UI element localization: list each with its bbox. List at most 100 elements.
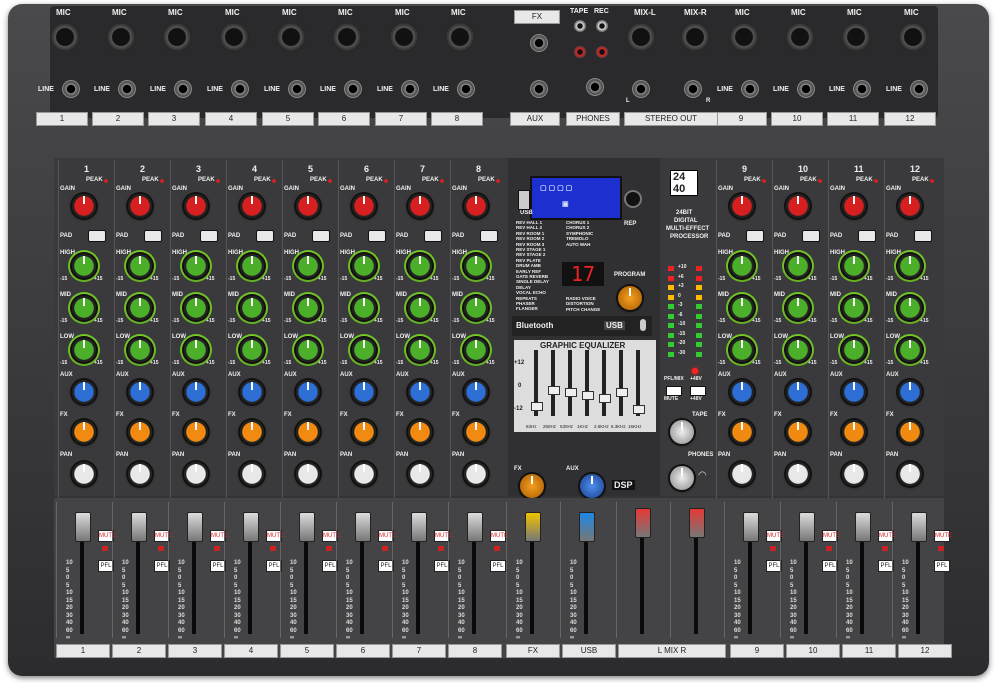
eq-slider-63Hz[interactable] xyxy=(531,402,543,411)
mid-eq-knob-3[interactable] xyxy=(184,296,208,320)
low-eq-knob-3[interactable] xyxy=(184,338,208,362)
xlr-input-9[interactable] xyxy=(729,22,759,52)
mix-r-xlr[interactable] xyxy=(680,22,710,52)
xlr-input-5[interactable] xyxy=(276,22,306,52)
high-eq-knob-9[interactable] xyxy=(730,254,754,278)
pan-knob-12[interactable] xyxy=(898,462,922,486)
pad-button-10[interactable] xyxy=(802,230,820,242)
mid-eq-knob-2[interactable] xyxy=(128,296,152,320)
line-input-3[interactable] xyxy=(174,80,192,98)
gain-knob-4[interactable] xyxy=(240,194,264,218)
aux-send-knob-10[interactable] xyxy=(786,380,810,404)
usb-port[interactable] xyxy=(518,190,530,210)
pad-button-12[interactable] xyxy=(914,230,932,242)
high-eq-knob-3[interactable] xyxy=(184,254,208,278)
fader-cap-FX[interactable] xyxy=(525,512,541,542)
mid-eq-knob-12[interactable] xyxy=(898,296,922,320)
fx-send-knob-6[interactable] xyxy=(352,420,376,444)
gain-knob-10[interactable] xyxy=(786,194,810,218)
pfl-button[interactable]: PFL xyxy=(934,560,950,572)
aux-send-knob-3[interactable] xyxy=(184,380,208,404)
pad-button-4[interactable] xyxy=(256,230,274,242)
line-input-8[interactable] xyxy=(457,80,475,98)
high-eq-knob-5[interactable] xyxy=(296,254,320,278)
pfl-button[interactable]: PFL xyxy=(490,560,506,572)
phantom-button[interactable] xyxy=(690,386,706,396)
xlr-input-3[interactable] xyxy=(162,22,192,52)
mix-r-jack[interactable] xyxy=(684,80,702,98)
mix-l-jack[interactable] xyxy=(632,80,650,98)
low-eq-knob-7[interactable] xyxy=(408,338,432,362)
eq-slider-250Hz[interactable] xyxy=(548,385,560,395)
pad-button-6[interactable] xyxy=(368,230,386,242)
aux-send-knob-9[interactable] xyxy=(730,380,754,404)
line-input-11[interactable] xyxy=(853,80,871,98)
mid-eq-knob-4[interactable] xyxy=(240,296,264,320)
mid-eq-knob-7[interactable] xyxy=(408,296,432,320)
pan-knob-2[interactable] xyxy=(128,462,152,486)
aux-send-knob-7[interactable] xyxy=(408,380,432,404)
eq-slider-6.3KHz[interactable] xyxy=(616,388,628,398)
gain-knob-3[interactable] xyxy=(184,194,208,218)
high-eq-knob-12[interactable] xyxy=(898,254,922,278)
tape-in-l-rca[interactable] xyxy=(574,20,586,32)
pan-knob-5[interactable] xyxy=(296,462,320,486)
fx-send-knob-2[interactable] xyxy=(128,420,152,444)
phones-jack[interactable] xyxy=(586,78,604,96)
fx-send-jack[interactable] xyxy=(530,34,548,52)
mid-eq-knob-10[interactable] xyxy=(786,296,810,320)
high-eq-knob-6[interactable] xyxy=(352,254,376,278)
gain-knob-9[interactable] xyxy=(730,194,754,218)
pan-knob-1[interactable] xyxy=(72,462,96,486)
rec-out-l-rca[interactable] xyxy=(596,20,608,32)
xlr-input-6[interactable] xyxy=(332,22,362,52)
low-eq-knob-8[interactable] xyxy=(464,338,488,362)
fader-cap-L MIX R[interactable] xyxy=(635,508,651,538)
master-fx-knob[interactable] xyxy=(520,474,544,498)
fader-cap-6[interactable] xyxy=(355,512,371,542)
fader-cap-3[interactable] xyxy=(187,512,203,542)
low-eq-knob-11[interactable] xyxy=(842,338,866,362)
fader-cap-7[interactable] xyxy=(411,512,427,542)
mid-eq-knob-6[interactable] xyxy=(352,296,376,320)
fader-cap-USB[interactable] xyxy=(579,512,595,542)
line-input-5[interactable] xyxy=(288,80,306,98)
gain-knob-2[interactable] xyxy=(128,194,152,218)
aux-send-knob-5[interactable] xyxy=(296,380,320,404)
pad-button-5[interactable] xyxy=(312,230,330,242)
high-eq-knob-10[interactable] xyxy=(786,254,810,278)
rec-out-r-rca[interactable] xyxy=(596,46,608,58)
aux-send-knob-8[interactable] xyxy=(464,380,488,404)
fader-cap-8[interactable] xyxy=(467,512,483,542)
pan-knob-8[interactable] xyxy=(464,462,488,486)
mid-eq-knob-9[interactable] xyxy=(730,296,754,320)
high-eq-knob-11[interactable] xyxy=(842,254,866,278)
xlr-input-4[interactable] xyxy=(219,22,249,52)
pan-knob-6[interactable] xyxy=(352,462,376,486)
eq-slider-1KHz[interactable] xyxy=(582,391,594,400)
pan-knob-7[interactable] xyxy=(408,462,432,486)
fx-send-knob-10[interactable] xyxy=(786,420,810,444)
line-input-12[interactable] xyxy=(910,80,928,98)
tape-level-knob[interactable] xyxy=(670,420,694,444)
fx-send-knob-12[interactable] xyxy=(898,420,922,444)
high-eq-knob-2[interactable] xyxy=(128,254,152,278)
pad-button-1[interactable] xyxy=(88,230,106,242)
fx-send-knob-1[interactable] xyxy=(72,420,96,444)
gain-knob-6[interactable] xyxy=(352,194,376,218)
fader-cap-12[interactable] xyxy=(911,512,927,542)
pad-button-2[interactable] xyxy=(144,230,162,242)
fx-send-knob-7[interactable] xyxy=(408,420,432,444)
aux-send-knob-1[interactable] xyxy=(72,380,96,404)
pan-knob-11[interactable] xyxy=(842,462,866,486)
line-input-10[interactable] xyxy=(797,80,815,98)
low-eq-knob-9[interactable] xyxy=(730,338,754,362)
fader-cap-4[interactable] xyxy=(243,512,259,542)
pad-button-11[interactable] xyxy=(858,230,876,242)
eq-slider-15KHz[interactable] xyxy=(633,404,645,414)
fader-cap-11[interactable] xyxy=(855,512,871,542)
fader-cap-2[interactable] xyxy=(131,512,147,542)
xlr-input-8[interactable] xyxy=(445,22,475,52)
master-mute-button[interactable] xyxy=(666,386,682,396)
gain-knob-1[interactable] xyxy=(72,194,96,218)
